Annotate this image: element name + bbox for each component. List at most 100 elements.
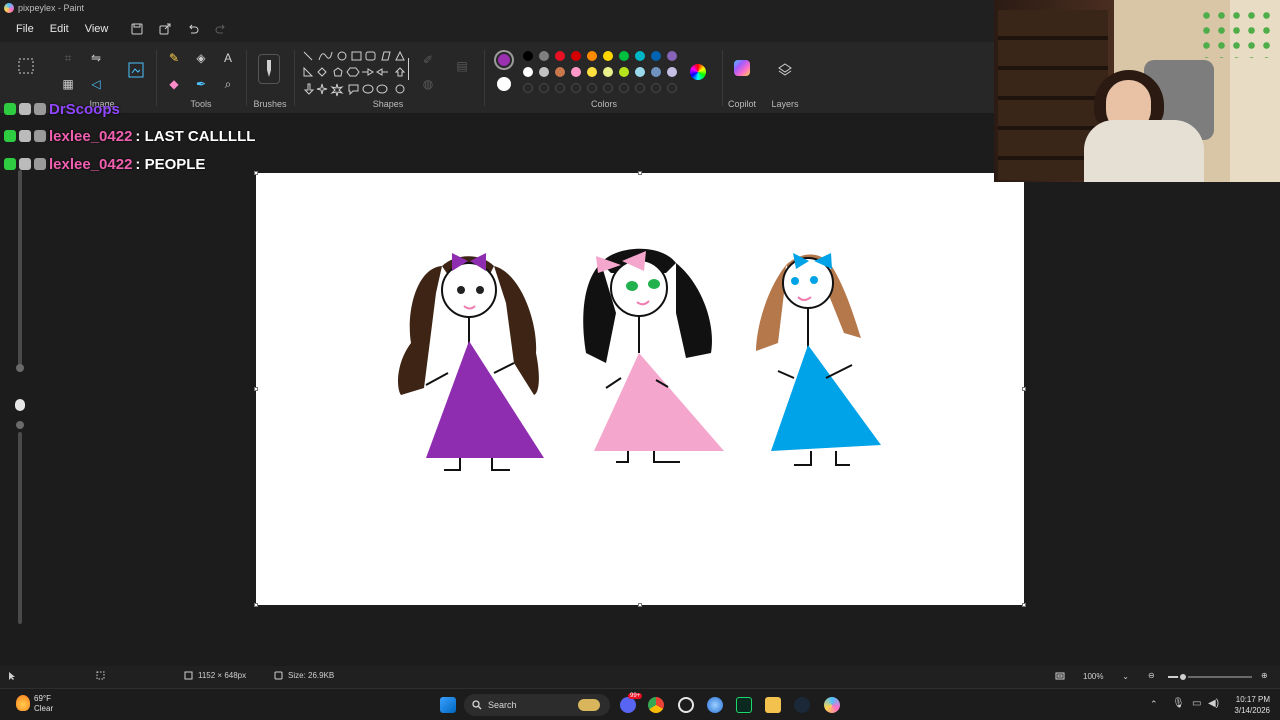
brushes-label: Brushes: [253, 99, 287, 109]
custom-color-slot[interactable]: [539, 83, 549, 93]
brush-icon[interactable]: [258, 54, 280, 84]
custom-color-slot[interactable]: [523, 83, 533, 93]
browser-icon[interactable]: [707, 697, 723, 713]
clock[interactable]: 10:17 PM 3/14/2026: [1226, 694, 1270, 716]
zoom-slider[interactable]: [1168, 672, 1252, 682]
color-swatch[interactable]: [571, 67, 581, 77]
colors-label: Colors: [590, 99, 617, 109]
drawing-canvas[interactable]: [254, 171, 1026, 607]
color-swatch[interactable]: [667, 51, 677, 61]
microphone-icon[interactable]: 🎙: [1172, 698, 1185, 709]
color-swatch[interactable]: [587, 67, 597, 77]
zoom-dropdown[interactable]: 100% ⌄: [1078, 669, 1134, 683]
custom-color-slot[interactable]: [603, 83, 613, 93]
color-swatch[interactable]: [539, 67, 549, 77]
custom-color-slot[interactable]: [667, 83, 677, 93]
pencil-icon[interactable]: ✎: [164, 48, 184, 68]
image-select-icon[interactable]: [126, 60, 146, 80]
chat-badge-icon: [19, 103, 31, 115]
paint-logo-icon: [4, 3, 14, 13]
color-swatch[interactable]: [651, 67, 661, 77]
chevron-down-icon: ⌄: [1122, 671, 1129, 681]
color-swatch[interactable]: [539, 51, 549, 61]
save-icon[interactable]: [130, 22, 144, 36]
custom-color-slot[interactable]: [635, 83, 645, 93]
left-slider-top[interactable]: [18, 170, 22, 370]
file-explorer-icon[interactable]: [765, 697, 781, 713]
zoom-slider-thumb[interactable]: [1178, 672, 1189, 682]
left-slider-bottom[interactable]: [18, 432, 22, 624]
copilot-icon[interactable]: [734, 60, 750, 76]
fill-style-icon[interactable]: ◍: [418, 74, 438, 94]
chrome-icon[interactable]: [648, 697, 664, 713]
select-icon[interactable]: [16, 56, 36, 76]
zoom-in-icon[interactable]: ⊕: [1261, 671, 1268, 680]
color-swatch[interactable]: [555, 67, 565, 77]
fill-icon[interactable]: ◈: [191, 48, 211, 68]
taskbar-search[interactable]: Search: [464, 694, 610, 716]
color-swatch[interactable]: [619, 51, 629, 61]
resize-icon[interactable]: ⇋: [86, 48, 106, 68]
chat-badge-icon: [4, 158, 16, 170]
copilot-group: Copilot: [724, 42, 760, 114]
menu-view[interactable]: View: [77, 19, 117, 39]
chevron-up-icon[interactable]: ⌃: [1150, 699, 1158, 710]
outline-icon[interactable]: ✐: [418, 50, 438, 70]
flip-icon[interactable]: ◁: [86, 74, 106, 94]
chat-message: lexlee_0422: PEOPLE: [4, 153, 205, 175]
obs-icon[interactable]: [678, 697, 694, 713]
color-swatch[interactable]: [587, 51, 597, 61]
edit-colors-icon[interactable]: [690, 64, 706, 80]
color-swatch[interactable]: [667, 67, 677, 77]
color-swatch[interactable]: [619, 67, 629, 77]
shape-size-icon[interactable]: ▤: [452, 56, 472, 76]
color-swatch[interactable]: [571, 51, 581, 61]
chat-username: lexlee_0422: [49, 127, 133, 145]
share-icon[interactable]: [158, 22, 172, 36]
custom-color-slot[interactable]: [555, 83, 565, 93]
color-swatch[interactable]: [523, 51, 533, 61]
custom-color-slot[interactable]: [571, 83, 581, 93]
color-swatch[interactable]: [555, 51, 565, 61]
slider-thumb-bottom[interactable]: [16, 421, 24, 429]
shapes-gallery[interactable]: [302, 50, 410, 100]
rotate-icon[interactable]: ▦: [58, 74, 78, 94]
color-swatch[interactable]: [603, 67, 613, 77]
layers-icon[interactable]: [775, 60, 795, 80]
zoom-out-icon[interactable]: ⊖: [1148, 671, 1155, 680]
menu-file[interactable]: File: [8, 19, 42, 39]
color-swatch[interactable]: [651, 51, 661, 61]
undo-icon[interactable]: [186, 22, 200, 36]
crop-icon[interactable]: ⌗: [58, 48, 78, 68]
color-picker-icon[interactable]: ✒: [191, 74, 211, 94]
steam-icon[interactable]: [794, 697, 810, 713]
eraser-icon[interactable]: ◆: [164, 74, 184, 94]
text-icon[interactable]: A: [218, 48, 238, 68]
display-icon[interactable]: ▭: [1192, 698, 1201, 709]
color-swatch[interactable]: [603, 51, 613, 61]
windows-start-icon[interactable]: [440, 697, 456, 713]
color-swatch[interactable]: [635, 67, 645, 77]
fit-to-window-icon[interactable]: [1055, 671, 1065, 681]
color1-selector[interactable]: [494, 50, 514, 70]
notification-badge: 99+: [628, 693, 643, 699]
volume-icon[interactable]: ◀): [1208, 698, 1219, 709]
color-swatch[interactable]: [523, 67, 533, 77]
custom-color-slot[interactable]: [587, 83, 597, 93]
magnifier-icon[interactable]: ⌕: [218, 74, 238, 94]
color-swatch[interactable]: [635, 51, 645, 61]
search-highlight-icon: [578, 699, 600, 711]
menu-edit[interactable]: Edit: [42, 19, 77, 39]
discord-icon[interactable]: [620, 697, 636, 713]
weather-icon[interactable]: [16, 695, 30, 711]
custom-color-slot[interactable]: [651, 83, 661, 93]
slider-thumb-top[interactable]: [16, 364, 24, 372]
redo-icon[interactable]: [214, 22, 228, 36]
terminal-icon[interactable]: [736, 697, 752, 713]
stick-figure-blue: [756, 253, 881, 466]
weather-widget[interactable]: 69°F Clear: [34, 694, 53, 714]
custom-color-slot[interactable]: [619, 83, 629, 93]
stick-figure-pink: [583, 248, 724, 463]
color2-swatch[interactable]: [497, 77, 511, 91]
paint-taskbar-icon[interactable]: [824, 697, 840, 713]
